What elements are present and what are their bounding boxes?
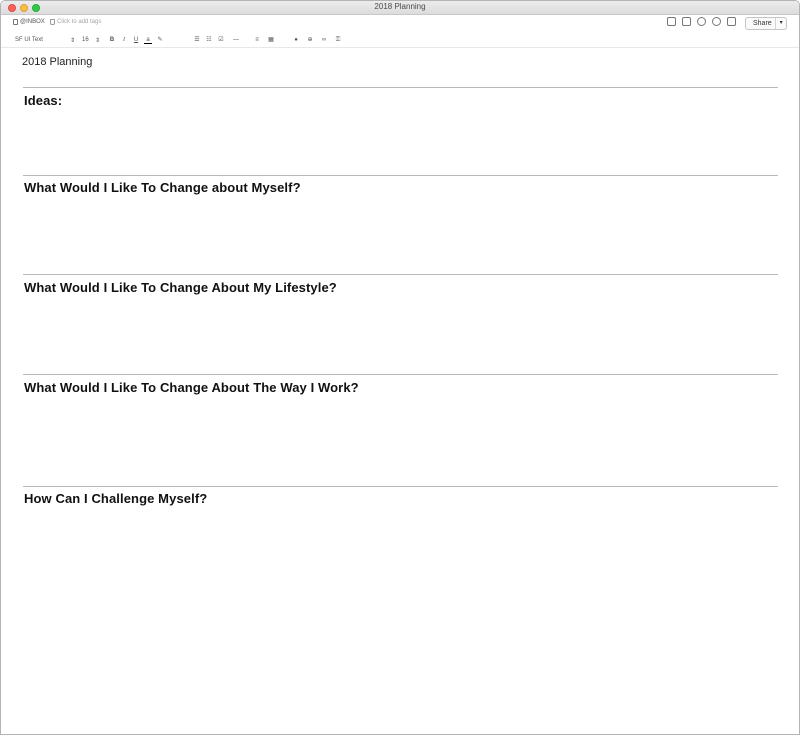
divider-button[interactable]: — bbox=[232, 36, 240, 45]
note-title[interactable]: 2018 Planning bbox=[22, 56, 92, 68]
stepper-icon: ⇕ bbox=[94, 38, 100, 44]
checklist-icon[interactable]: ☑ bbox=[217, 36, 225, 45]
titlebar: 2018 Planning bbox=[1, 1, 799, 15]
tags-placeholder: Click to add tags bbox=[57, 19, 102, 25]
text-color-button[interactable]: a bbox=[144, 36, 152, 44]
font-size-select[interactable]: 16 ⇕ bbox=[82, 37, 100, 44]
notebook-selector[interactable]: @INBOX bbox=[13, 19, 45, 25]
bold-button[interactable]: B bbox=[108, 36, 116, 45]
notebook-label: @INBOX bbox=[20, 19, 45, 25]
share-button[interactable]: Share ▾ bbox=[745, 17, 787, 30]
present-icon[interactable] bbox=[682, 17, 691, 26]
table-icon[interactable]: ▦ bbox=[267, 36, 275, 45]
align-icon[interactable]: ≡ bbox=[253, 36, 261, 45]
tag-icon bbox=[50, 19, 55, 25]
heading-challenge-myself[interactable]: How Can I Challenge Myself? bbox=[24, 491, 207, 506]
divider-line bbox=[23, 486, 778, 487]
attach-icon[interactable]: ⊕ bbox=[306, 36, 314, 45]
trash-icon[interactable] bbox=[727, 17, 736, 26]
divider-line bbox=[23, 87, 778, 88]
numbered-list-icon[interactable]: ☷ bbox=[205, 36, 213, 45]
mic-icon[interactable]: ● bbox=[292, 36, 300, 45]
heading-change-work[interactable]: What Would I Like To Change About The Wa… bbox=[24, 380, 359, 395]
divider-line bbox=[23, 274, 778, 275]
tags-field[interactable]: Click to add tags bbox=[50, 19, 101, 25]
note-actions bbox=[667, 17, 736, 26]
chevron-down-icon[interactable]: ▾ bbox=[775, 18, 786, 29]
formatting-toolbar: SF UI Text ⇕ 16 ⇕ B I U a ✎ ☰ ☷ ☑ — ≡ ▦ … bbox=[1, 33, 799, 48]
share-label: Share bbox=[753, 20, 772, 27]
highlight-button[interactable]: ✎ bbox=[156, 36, 164, 45]
bullet-list-icon[interactable]: ☰ bbox=[193, 36, 201, 45]
link-icon[interactable]: ∞ bbox=[320, 36, 328, 45]
divider-line bbox=[23, 175, 778, 176]
font-family-select[interactable]: SF UI Text ⇕ bbox=[15, 37, 75, 44]
notebook-icon bbox=[13, 19, 18, 25]
stepper-icon: ⇕ bbox=[69, 38, 75, 44]
font-family-value: SF UI Text bbox=[15, 37, 43, 43]
italic-button[interactable]: I bbox=[120, 36, 128, 45]
window-title: 2018 Planning bbox=[374, 2, 426, 11]
divider-line bbox=[23, 374, 778, 375]
encrypt-icon[interactable]: ⚿ bbox=[334, 36, 342, 45]
shortcut-icon[interactable] bbox=[697, 17, 706, 26]
underline-button[interactable]: U bbox=[132, 36, 140, 45]
info-icon[interactable] bbox=[712, 17, 721, 26]
heading-change-myself[interactable]: What Would I Like To Change about Myself… bbox=[24, 180, 301, 195]
heading-change-lifestyle[interactable]: What Would I Like To Change About My Lif… bbox=[24, 280, 337, 295]
alarm-icon[interactable] bbox=[667, 17, 676, 26]
font-size-value: 16 bbox=[82, 37, 89, 43]
note-window: 2018 Planning @INBOX Click to add tags S… bbox=[0, 0, 800, 735]
heading-ideas[interactable]: Ideas: bbox=[24, 93, 62, 108]
